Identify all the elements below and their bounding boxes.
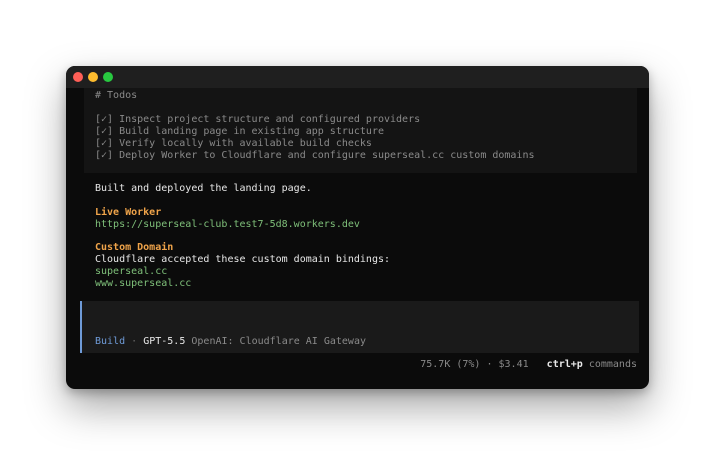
model-name[interactable]: GPT-5.5 [143,336,185,347]
todos-panel: # Todos [✓] Inspect project structure an… [84,88,637,173]
separator: · [131,336,138,347]
maximize-window-button[interactable] [103,72,113,82]
model-info: Build · GPT-5.5 OpenAI: Cloudflare AI Ga… [95,336,366,348]
todo-item: [✓] Deploy Worker to Cloudflare and conf… [95,150,535,161]
todos-heading: # Todos [95,90,138,101]
custom-domain-heading: Custom Domain [95,242,174,253]
shortcut-label: commands [588,359,637,370]
summary-text: Built and deployed the landing page. [95,183,312,194]
live-worker-heading: Live Worker [95,207,162,218]
todo-item: [✓] Build landing page in existing app s… [95,126,384,137]
close-window-button[interactable] [73,72,83,82]
domain-link[interactable]: superseal.cc [95,266,167,278]
minimize-window-button[interactable] [88,72,98,82]
usage-text: 75.7K (7%) · $3.41 [420,359,529,370]
provider-name: OpenAI: Cloudflare AI Gateway [191,336,366,347]
status-bar: 75.7K (7%) · $3.41 ctrl+p commands [420,359,637,371]
custom-domain-text: Cloudflare accepted these custom domain … [95,254,391,265]
mode-label[interactable]: Build [95,336,125,347]
title-bar [66,66,649,88]
todo-item: [✓] Inspect project structure and config… [95,114,421,125]
live-worker-link[interactable]: https://superseal-club.test7-5d8.workers… [95,219,360,231]
todo-item: [✓] Verify locally with available build … [95,138,372,149]
domain-link[interactable]: www.superseal.cc [95,278,191,290]
shortcut-key[interactable]: ctrl+p [547,359,583,370]
prompt-input[interactable]: Build · GPT-5.5 OpenAI: Cloudflare AI Ga… [80,301,639,353]
terminal-window: # Todos [✓] Inspect project structure an… [66,66,649,389]
